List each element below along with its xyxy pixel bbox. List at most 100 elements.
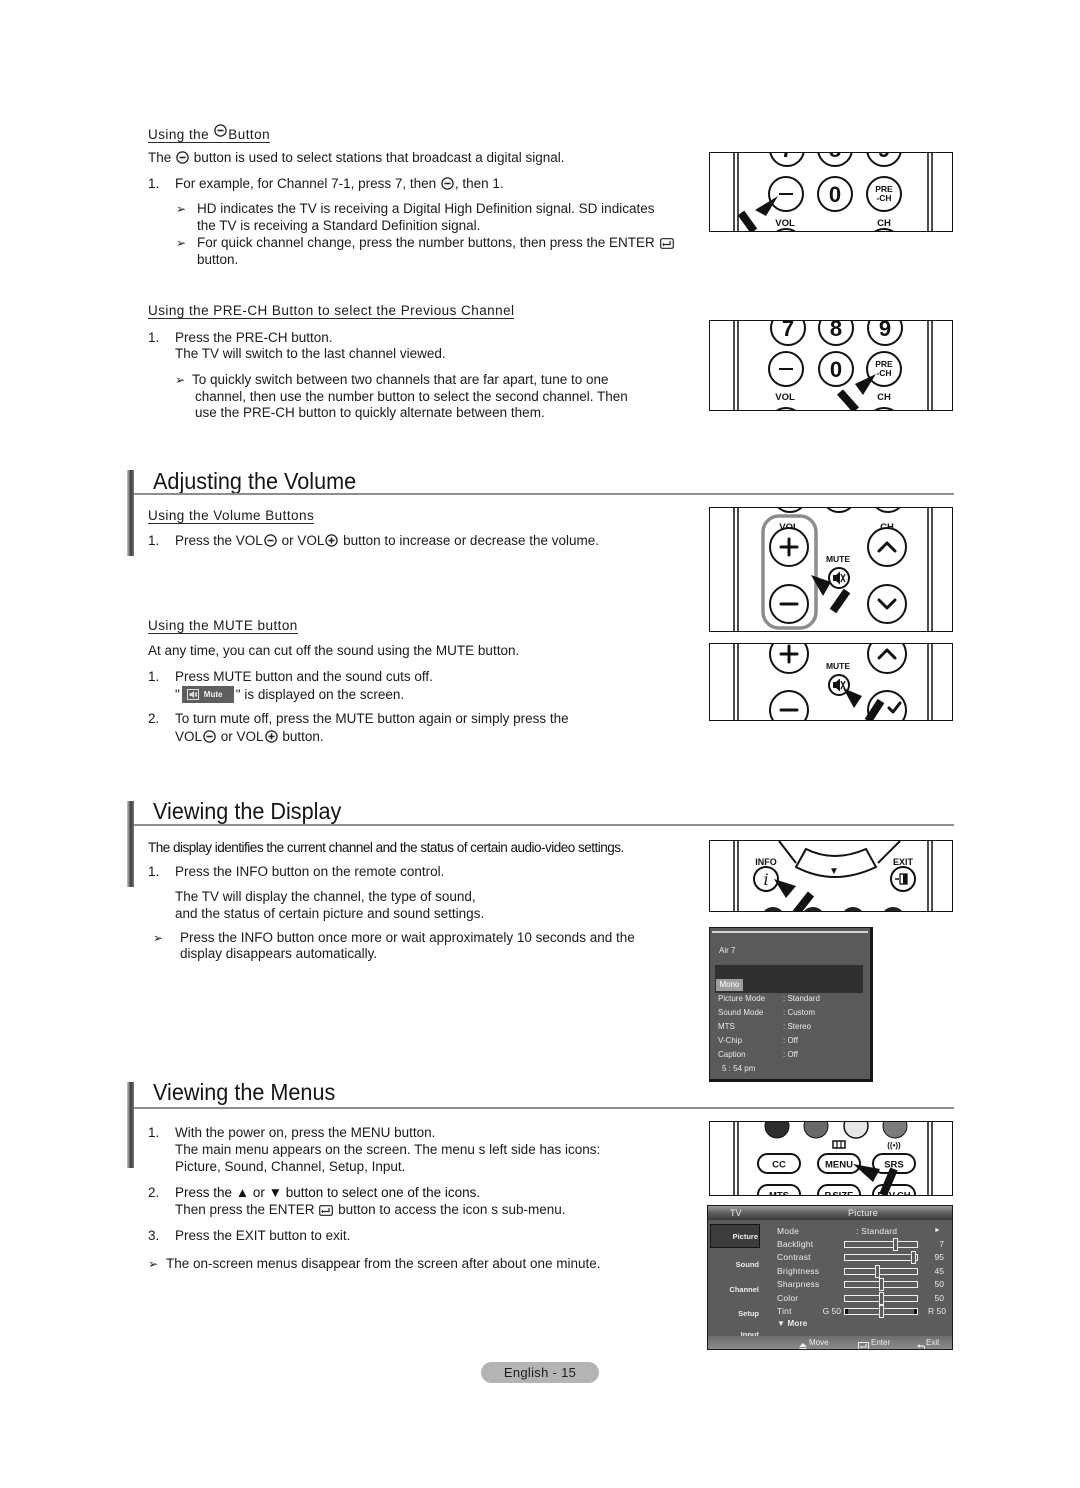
remote-key-menu: MENU xyxy=(817,1153,861,1174)
speaker-muted-icon xyxy=(186,689,199,700)
note-line: the TV is receiving a Standard Definitio… xyxy=(197,218,481,233)
slider-thumb xyxy=(879,1292,884,1305)
step-line: The main menu appears on the screen. The… xyxy=(175,1142,601,1157)
text: , then 1. xyxy=(454,176,504,191)
osd-footer-enter: Enter xyxy=(871,1338,891,1347)
osd-time: 5 : 54 pm xyxy=(722,1064,756,1073)
osd-row-label: Caption xyxy=(718,1050,746,1059)
step-number: 1. xyxy=(148,533,160,548)
osd-slider-value: 50 xyxy=(934,1279,944,1289)
remote-key-0: 0 xyxy=(818,351,854,387)
heading-rule xyxy=(134,493,954,495)
text: For quick channel change, press the numb… xyxy=(197,235,655,250)
down-arrow-icon: ▼ xyxy=(829,866,839,877)
srs-icon: ((•)) xyxy=(887,1141,901,1150)
remote-key-ch-up xyxy=(867,644,907,674)
osd-audio-badge: Mono xyxy=(716,979,743,991)
osd-footer-move: Move xyxy=(809,1338,829,1347)
osd-row-value: : Standard xyxy=(783,994,820,1003)
remote-illustration-menu: ((•)) CC MENU SRS MTS P.SIZE FAV.CH xyxy=(709,1121,953,1196)
display-intro: The display identifies the current chann… xyxy=(148,840,624,855)
minus-circle-icon xyxy=(203,730,216,743)
step-number: 2. xyxy=(148,1185,160,1200)
slider-thumb xyxy=(879,1305,884,1318)
remote-key-8: 8 xyxy=(818,321,854,346)
step-line: To turn mute off, press the MUTE button … xyxy=(175,711,569,726)
osd-footer-exit: Exit xyxy=(926,1338,940,1347)
minus-circle-icon xyxy=(264,534,277,547)
remote-key-favch: FAV.CH xyxy=(872,1184,916,1195)
osd-slider-color xyxy=(844,1292,918,1305)
tint-endcap xyxy=(914,1309,917,1314)
section-heading-volume: Adjusting the Volume xyxy=(153,468,357,494)
step-line: Picture, Sound, Channel, Setup, Input. xyxy=(175,1159,406,1174)
section-heading-display: Viewing the Display xyxy=(153,798,342,824)
note-line: use the PRE-CH button to quickly alterna… xyxy=(195,405,545,420)
enter-icon xyxy=(319,1205,334,1216)
exit-label: EXIT xyxy=(893,857,914,867)
osd-slider-sharpness xyxy=(844,1278,918,1291)
osd-slider-label: Color xyxy=(777,1293,799,1303)
osd-tint-right: R 50 xyxy=(928,1306,946,1316)
detail-line: The TV will display the channel, the typ… xyxy=(175,889,476,904)
detail-line: and the status of certain picture and so… xyxy=(175,906,485,921)
vol-label: VOL xyxy=(775,392,795,403)
remote-key-exit xyxy=(890,866,916,892)
text: The xyxy=(148,150,172,165)
remote-key-dash xyxy=(768,176,804,212)
note-marker-icon: ➢ xyxy=(153,931,164,945)
osd-more: ▼ More xyxy=(777,1319,808,1328)
remote-key-vol-down xyxy=(769,690,809,720)
note-line: button. xyxy=(197,252,239,267)
remote-key-7: 7 xyxy=(770,321,806,346)
svg-text:0: 0 xyxy=(830,357,842,382)
heading-rule xyxy=(134,824,954,826)
remote-key-vol-down xyxy=(769,584,809,624)
step-line: Press MUTE button and the sound cuts off… xyxy=(175,669,433,684)
svg-text:CC: CC xyxy=(772,1160,786,1171)
mute-badge-label: Mute xyxy=(203,690,223,699)
osd-sidebar-item-picture: Picture xyxy=(710,1224,760,1248)
subheading-dash-button: Using the Button xyxy=(148,124,271,143)
color-key-red xyxy=(764,1122,790,1139)
move-icon xyxy=(799,1339,807,1349)
svg-text:7: 7 xyxy=(782,321,794,341)
remote-key-ch-down xyxy=(867,584,907,624)
color-key xyxy=(884,907,902,911)
step-number: 2. xyxy=(148,711,160,726)
osd-slider-backlight xyxy=(844,1238,918,1251)
color-key-blue xyxy=(882,1122,908,1139)
slider-thumb xyxy=(893,1238,899,1251)
osd-row-label: V-Chip xyxy=(718,1036,743,1045)
text: Then press the ENTER xyxy=(175,1202,315,1217)
ch-label: CH xyxy=(877,218,891,229)
section-bar xyxy=(127,801,134,887)
menu-icon xyxy=(832,1140,846,1149)
section-bar xyxy=(127,1082,134,1168)
remote-illustration-volume: VOL CH MUTE xyxy=(709,507,953,632)
step-line: " Mute " is displayed on the screen. xyxy=(175,686,404,703)
subheading-prech: Using the PRE-CH Button to select the Pr… xyxy=(148,303,515,319)
slider-thumb xyxy=(879,1278,884,1291)
text: button to access the icon s sub-menu. xyxy=(338,1202,566,1217)
note-marker-icon: ➢ xyxy=(176,202,187,216)
osd-slider-tint xyxy=(844,1305,918,1318)
pointer-arrow-icon xyxy=(774,879,815,911)
plus-circle-icon xyxy=(264,730,278,743)
svg-text:8: 8 xyxy=(830,321,842,341)
osd-slider-label: Brightness xyxy=(777,1266,820,1276)
mute-osd-badge: Mute xyxy=(181,686,234,703)
remote-key-8: 8 xyxy=(817,153,853,167)
text: " is displayed on the screen. xyxy=(235,687,405,702)
remote-illustration-dash-button: 7 8 9 0 PRE-CH VOL CH xyxy=(709,152,953,232)
svg-text:-CH: -CH xyxy=(876,193,891,203)
vol-label: VOL xyxy=(775,218,795,229)
subheading-text: Using the MUTE button xyxy=(148,618,298,634)
svg-text:P.SIZE: P.SIZE xyxy=(825,1191,854,1196)
subheading-volume-buttons: Using the Volume Buttons xyxy=(148,508,315,524)
remote-key-mute xyxy=(828,567,850,589)
svg-text:8: 8 xyxy=(829,153,841,162)
note-line: Press the INFO button once more or wait … xyxy=(180,930,635,945)
svg-text:MENU: MENU xyxy=(825,1160,853,1171)
heading-rule xyxy=(134,1107,954,1109)
